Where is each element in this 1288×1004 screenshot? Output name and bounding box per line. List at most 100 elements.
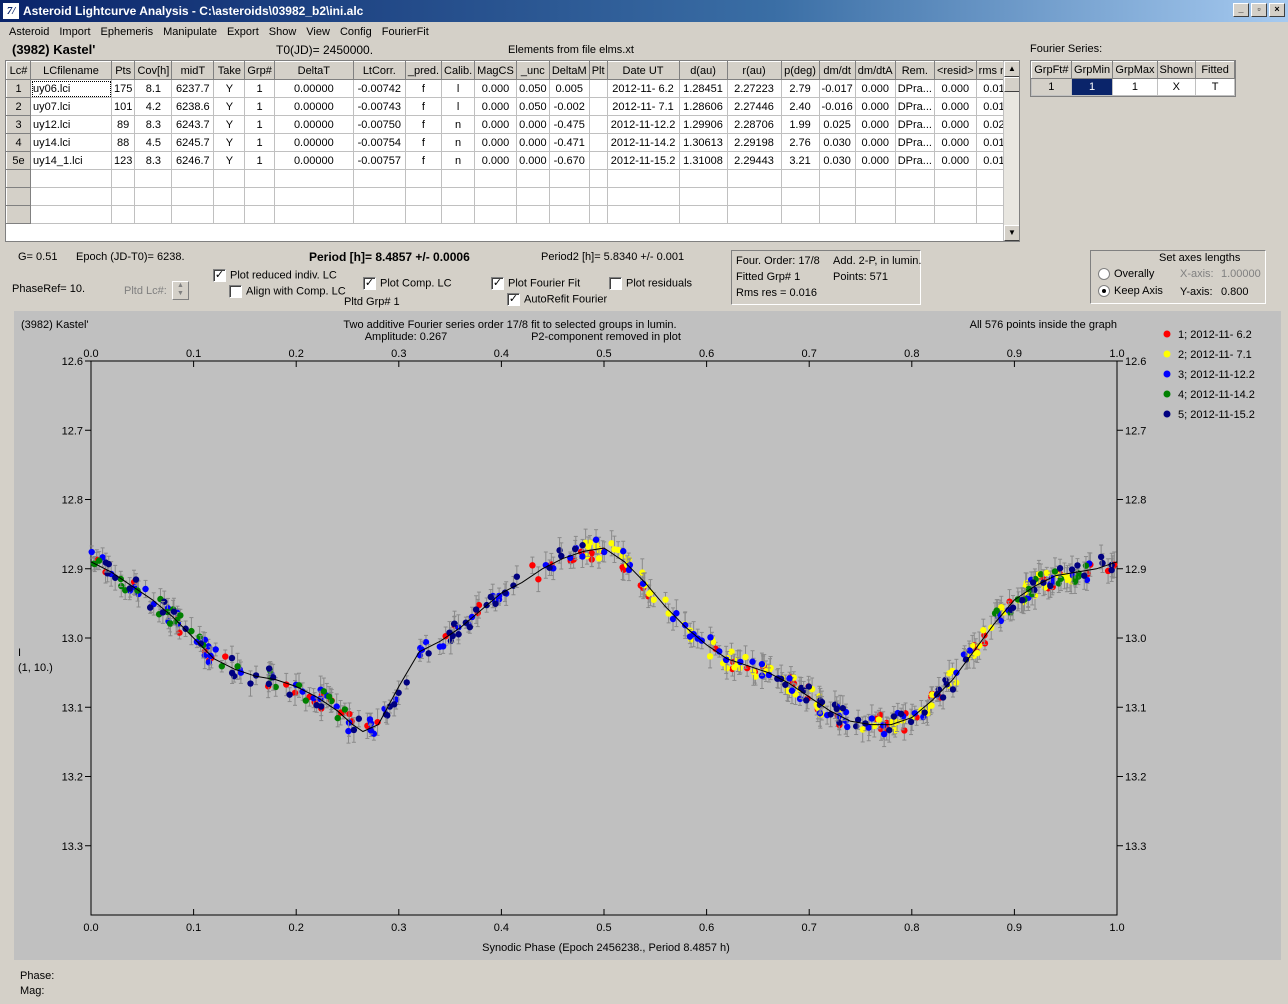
table-cell[interactable]: -0.471 [548,133,590,152]
table-cell[interactable]: -0.00757 [352,151,406,170]
table-cell[interactable]: 0.00000 [273,97,354,116]
table-cell[interactable] [404,169,443,188]
column-header[interactable]: p(deg) [780,61,820,80]
table-cell[interactable] [30,187,112,206]
menu-config[interactable]: Config [335,26,377,38]
table-cell[interactable] [273,205,354,224]
table-cell[interactable]: 2012-11- 7.1 [606,97,680,116]
table-row[interactable]: 2 uy07.lci 101 4.2 6238.6 Y 1 0.00000 -0.00743 f l… [6,97,1019,116]
table-cell[interactable] [213,205,246,224]
table-cell[interactable] [244,187,275,206]
fourier-cell-grpft[interactable]: 1 [1031,78,1072,96]
table-cell[interactable]: 0.000 [474,97,517,116]
fourier-cell-grpmax[interactable]: 1 [1112,78,1158,96]
row-header[interactable]: 5e [6,151,31,170]
table-cell[interactable] [854,205,896,224]
table-cell[interactable]: 1 [244,151,275,170]
table-cell[interactable]: n [441,151,476,170]
table-cell[interactable] [726,205,782,224]
table-cell[interactable]: 1.30613 [678,133,728,152]
table-cell[interactable]: 0.000 [933,151,977,170]
table-cell[interactable] [588,205,608,224]
table-cell[interactable]: 1.28606 [678,97,728,116]
table-cell[interactable]: 0.000 [474,115,517,134]
column-header[interactable]: Cov[h] [134,61,173,80]
table-cell[interactable] [110,187,136,206]
plot-comp-checkbox[interactable]: ✓ Plot Comp. LC [363,277,452,290]
table-cell[interactable]: Y [213,115,246,134]
table-cell[interactable]: 0.000 [854,79,896,98]
table-cell[interactable] [441,205,476,224]
table-cell[interactable]: 0.000 [854,97,896,116]
yaxis-value[interactable]: 0.800 [1221,286,1249,298]
table-cell[interactable]: 2.29198 [726,133,782,152]
row-header[interactable] [6,187,31,206]
table-cell[interactable]: -0.475 [548,115,590,134]
table-cell[interactable]: 0.050 [515,97,550,116]
table-cell[interactable] [474,187,517,206]
table-cell[interactable]: 0.00000 [273,79,354,98]
lightcurve-table[interactable]: Lc# LCfilename Pts Cov[h] midT Take Grp# DeltaT… [5,60,1020,242]
table-cell[interactable] [171,205,215,224]
row-header[interactable] [6,205,31,224]
table-cell[interactable]: 0.000 [515,133,550,152]
table-cell[interactable]: DPra... [894,133,935,152]
table-cell[interactable]: 2012-11-15.2 [606,151,680,170]
table-cell[interactable]: Y [213,151,246,170]
fourier-cell-grpmin[interactable]: 1 [1070,78,1114,96]
table-cell[interactable]: 0.005 [548,79,590,98]
table-cell[interactable]: -0.670 [548,151,590,170]
table-row[interactable]: 1 uy06.lci 175 8.1 6237.7 Y 1 0.00000 -0.00742 f l… [6,79,1019,98]
table-cell[interactable] [818,205,856,224]
table-cell[interactable] [352,205,406,224]
menu-show[interactable]: Show [264,26,302,38]
table-cell[interactable]: 1.31008 [678,151,728,170]
table-cell[interactable] [606,205,680,224]
table-cell[interactable]: 0.030 [818,133,856,152]
table-cell[interactable] [588,151,608,170]
table-cell[interactable]: Y [213,79,246,98]
table-cell[interactable] [273,169,354,188]
table-cell[interactable]: Y [213,97,246,116]
table-cell[interactable]: 1.29906 [678,115,728,134]
table-cell[interactable]: 4.5 [134,133,173,152]
table-cell[interactable]: n [441,133,476,152]
table-cell[interactable] [588,115,608,134]
table-cell[interactable] [588,187,608,206]
column-header[interactable]: Take [213,61,246,80]
table-cell[interactable]: 0.000 [933,133,977,152]
table-row[interactable]: 5e uy14_1.lci 123 8.3 6246.7 Y 1 0.00000 -0.0075… [6,151,1019,170]
table-cell[interactable] [588,97,608,116]
table-cell[interactable]: 2.27223 [726,79,782,98]
table-cell[interactable] [854,187,896,206]
table-cell[interactable] [780,205,820,224]
table-cell[interactable] [588,79,608,98]
column-header[interactable]: dm/dt [818,61,856,80]
table-cell[interactable]: 0.000 [854,115,896,134]
table-cell[interactable]: 0.000 [474,151,517,170]
table-scrollbar[interactable]: ▲ ▼ [1003,61,1019,241]
table-cell[interactable]: f [404,133,443,152]
table-cell[interactable]: 2012-11-12.2 [606,115,680,134]
table-cell[interactable]: 4.2 [134,97,173,116]
column-header[interactable]: d(au) [678,61,728,80]
table-cell[interactable]: 88 [110,133,136,152]
row-header[interactable]: 2 [6,97,31,116]
table-cell[interactable] [352,169,406,188]
xaxis-value[interactable]: 1.00000 [1221,268,1261,280]
keep-axis-radio[interactable]: Keep Axis [1098,285,1163,298]
table-cell[interactable]: Y [213,133,246,152]
table-cell[interactable]: 0.00000 [273,151,354,170]
table-cell[interactable] [894,169,935,188]
table-cell[interactable] [30,169,112,188]
table-cell[interactable]: 2012-11-14.2 [606,133,680,152]
table-row[interactable]: 3 uy12.lci 89 8.3 6243.7 Y 1 0.00000 -0.00750 f n 0… [6,115,1019,134]
table-cell[interactable]: -0.00742 [352,79,406,98]
table-cell[interactable]: 0.000 [933,97,977,116]
table-cell[interactable] [894,187,935,206]
table-cell[interactable]: 101 [110,97,136,116]
table-cell[interactable]: f [404,115,443,134]
table-cell[interactable]: 123 [110,151,136,170]
table-cell[interactable]: 0.050 [515,79,550,98]
column-header[interactable]: _pred. [404,61,443,80]
